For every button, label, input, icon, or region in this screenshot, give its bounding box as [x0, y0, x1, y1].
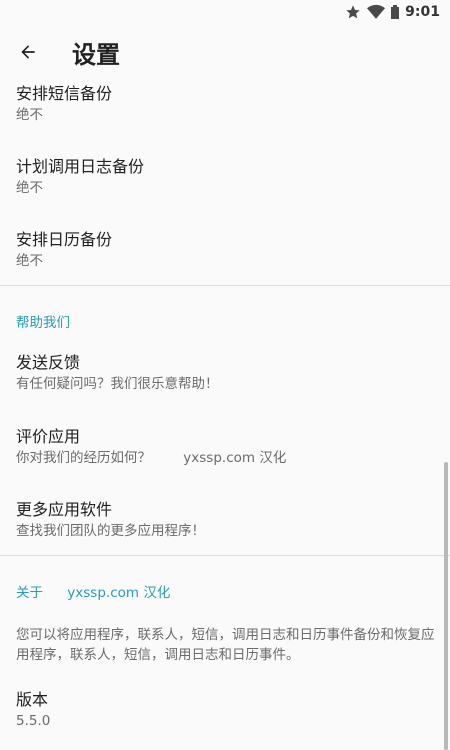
pref-send-feedback[interactable]: 发送反馈 有任何疑问吗？我们很乐意帮助！: [16, 353, 436, 393]
section-divider: [0, 285, 450, 286]
category-about: 关于 yxssp.com 汉化: [16, 581, 170, 601]
pref-more-apps[interactable]: 更多应用软件 查找我们团队的更多应用程序！: [16, 500, 436, 540]
pref-summary-text: 你对我们的经历如何？: [16, 450, 151, 466]
pref-version[interactable]: 版本 5.5.0: [16, 690, 436, 730]
pref-title: 评价应用: [16, 427, 81, 446]
pref-summary: 5.5.0: [16, 713, 51, 729]
category-about-label: 关于: [16, 585, 43, 601]
status-bar: 9:01: [0, 0, 450, 24]
star-icon: [345, 4, 361, 20]
status-time: 9:01: [405, 4, 440, 20]
pref-summary: 绝不: [16, 253, 43, 269]
pref-title: 安排短信备份: [16, 84, 113, 103]
pref-summary: 有任何疑问吗？我们很乐意帮助！: [16, 376, 219, 392]
app-bar: 设置: [0, 24, 450, 80]
wifi-icon: [367, 4, 386, 20]
pref-title: 安排日历备份: [16, 230, 113, 249]
pref-call-log-backup-schedule[interactable]: 计划调用日志备份 绝不: [16, 157, 436, 197]
pref-summary: 查找我们团队的更多应用程序！: [16, 523, 205, 539]
pref-summary: 绝不: [16, 107, 43, 123]
scrollbar[interactable]: [444, 462, 448, 750]
pref-title: 版本: [16, 690, 49, 709]
pref-calendar-backup-schedule[interactable]: 安排日历备份 绝不: [16, 230, 436, 270]
pref-summary: 你对我们的经历如何？ yxssp.com 汉化: [16, 449, 436, 467]
page-title: 设置: [72, 40, 120, 69]
watermark-text: yxssp.com 汉化: [183, 450, 287, 466]
back-button[interactable]: [0, 24, 56, 80]
pref-summary: 绝不: [16, 180, 43, 196]
pref-title: 发送反馈: [16, 353, 81, 372]
about-description: 您可以将应用程序，联系人，短信，调用日志和日历事件备份和恢复应用程序，联系人，短…: [16, 623, 436, 665]
battery-icon: [391, 5, 400, 19]
pref-rate-app[interactable]: 评价应用 你对我们的经历如何？ yxssp.com 汉化: [16, 427, 436, 467]
about-description-text: 您可以将应用程序，联系人，短信，调用日志和日历事件备份和恢复应用程序，联系人，短…: [16, 627, 435, 663]
section-divider: [0, 555, 450, 556]
arrow-left-icon: [18, 42, 38, 62]
category-help: 帮助我们: [16, 315, 70, 331]
pref-title: 更多应用软件: [16, 500, 113, 519]
pref-title: 计划调用日志备份: [16, 157, 145, 176]
pref-sms-backup-schedule[interactable]: 安排短信备份 绝不: [16, 84, 436, 124]
watermark-text: yxssp.com 汉化: [67, 585, 171, 601]
